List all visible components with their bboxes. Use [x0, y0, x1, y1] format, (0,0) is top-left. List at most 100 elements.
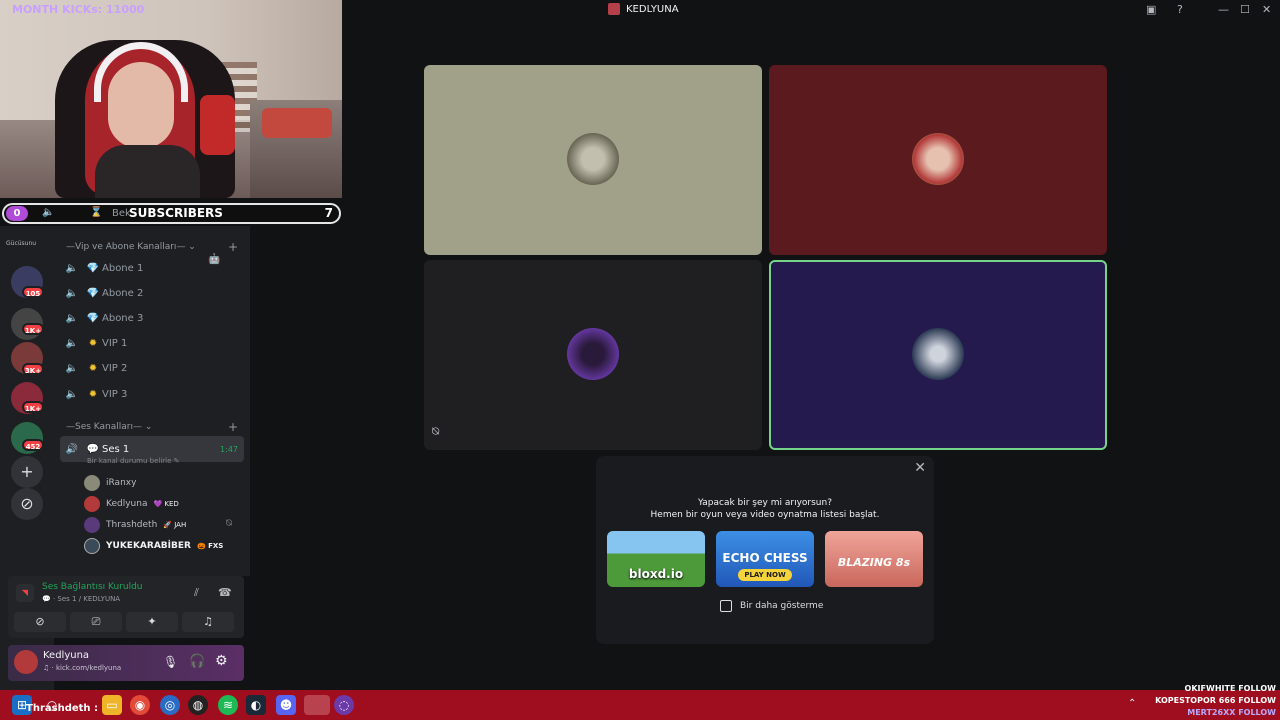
app-icon[interactable]: ◌ [334, 695, 354, 715]
settings-gear-icon[interactable]: ⚙ [215, 653, 228, 669]
video-tile[interactable] [424, 65, 762, 255]
channel-label: Abone 3 [102, 312, 144, 324]
channel-vip-2[interactable]: 🔈 ✹ VIP 2 [60, 357, 244, 379]
avatar [84, 517, 100, 533]
user-name: Kedlyuna [43, 650, 90, 661]
speaker-icon: 🔈 [65, 262, 79, 274]
game-card-bloxd[interactable]: bloxd.io [607, 531, 705, 587]
folder-icon[interactable]: ▭ [102, 695, 122, 715]
tray-chevron-icon[interactable]: ⌃ [1128, 698, 1136, 709]
voice-connected-status[interactable]: Ses Bağlantısı Kuruldu [42, 582, 142, 592]
microphone-icon[interactable]: 🎙 [163, 655, 178, 669]
category-vip[interactable]: —Vip ve Abone Kanalları— ⌄ [66, 242, 196, 252]
speech-bubble-icon: 💬 [86, 443, 100, 455]
avatar [84, 475, 100, 491]
speaker-active-icon: 🔊 [65, 443, 79, 455]
spotify-icon[interactable]: ≋ [218, 695, 238, 715]
member-tag: 🎃 FXS [196, 542, 224, 550]
channel-status-setter[interactable]: Bir kanal durumu belirle ✎ [87, 457, 180, 465]
checkbox[interactable] [720, 600, 732, 612]
game-label: ECHO CHESS [722, 551, 808, 565]
minimize-button[interactable]: — [1218, 3, 1229, 16]
subscribers-count: 0 [6, 206, 28, 221]
notification-badge: 3K+ [22, 363, 44, 375]
chrome-icon[interactable]: ◉ [130, 695, 150, 715]
channel-vip-1[interactable]: 🔈 ✹ VIP 1 [60, 332, 244, 354]
add-channel-icon[interactable]: + [228, 240, 238, 254]
video-tile[interactable] [769, 65, 1107, 255]
avatar [84, 496, 100, 512]
month-kicks-label: MONTH KICKs: 11000 [12, 3, 145, 16]
disconnect-icon[interactable]: ☎ [218, 586, 232, 599]
browser-icon[interactable]: ◎ [160, 695, 180, 715]
channel-abone-2[interactable]: 🔈 💎 Abone 2 [60, 282, 244, 304]
game-card-echo-chess[interactable]: ECHO CHESS PLAY NOW [716, 531, 814, 587]
activity-subtitle: Hemen bir oyun veya video oynatma listes… [650, 510, 880, 520]
search-icon[interactable]: ○ [42, 695, 62, 715]
notification-badge: 1K+ [22, 401, 44, 413]
diamond-icon: 💎 [86, 262, 100, 274]
activities-button[interactable]: ✦ [126, 612, 178, 632]
category-voice[interactable]: —Ses Kanalları— ⌄ [66, 422, 152, 432]
close-icon[interactable]: ✕ [914, 460, 926, 476]
inbox-icon[interactable]: ▣ [1146, 3, 1156, 16]
dont-show-again-checkbox[interactable]: Bir daha gösterme [720, 600, 823, 612]
soundboard-button[interactable]: ♫ [182, 612, 234, 632]
voice-member[interactable]: YUKEKARABİBER 🎃 FXS [84, 538, 223, 554]
webcam-pillow [262, 108, 332, 138]
video-tile[interactable]: ⍉ [424, 260, 762, 450]
channel-abone-1[interactable]: 🔈 💎 Abone 1 [60, 257, 244, 279]
screen-share-button[interactable]: ⎚ [70, 612, 122, 632]
active-window-icon[interactable] [304, 695, 330, 715]
member-tag: 💜 KED [153, 500, 179, 508]
dont-show-label: Bir daha gösterme [740, 601, 824, 611]
avatar [84, 538, 100, 554]
channel-label: VIP 3 [102, 388, 128, 400]
member-name: YUKEKARABİBER [106, 541, 191, 551]
avatar [912, 328, 964, 380]
close-window-button[interactable]: ✕ [1262, 3, 1271, 16]
maximize-button[interactable]: ☐ [1240, 3, 1250, 16]
noise-suppression-icon[interactable]: ⫽ [194, 586, 199, 600]
game-card-blazing-8s[interactable]: BLAZING 8s [825, 531, 923, 587]
voice-member[interactable]: Kedlyuna 💜 KED [84, 496, 179, 512]
speaker-icon: 🔈 [65, 337, 79, 349]
discord-icon[interactable]: ☻ [276, 695, 296, 715]
channel-label: Abone 2 [102, 287, 144, 299]
window-title: KEDLYUNA [608, 3, 679, 15]
speaker-icon: 🔈 [42, 207, 55, 218]
help-icon[interactable]: ? [1177, 3, 1183, 16]
user-panel: Kedlyuna ♫ · kick.com/kedlyuna 🎙 🎧 ⚙ [8, 645, 244, 681]
steam-icon[interactable]: ◐ [246, 695, 266, 715]
category-vip-label: Vip ve Abone Kanalları [75, 242, 177, 252]
activity-question: Yapacak bir şey mi arıyorsun? [698, 498, 832, 508]
voice-connection-panel: ◥ Ses Bağlantısı Kuruldu 💬 · Ses 1 / KED… [8, 576, 244, 638]
signal-icon[interactable]: ◥ [16, 584, 34, 602]
voice-member[interactable]: iRanxy [84, 475, 136, 491]
camera-off-button[interactable]: ⊘ [14, 612, 66, 632]
obs-icon[interactable]: ◍ [188, 695, 208, 715]
channel-abone-3[interactable]: 🔈 💎 Abone 3 [60, 307, 244, 329]
avatar[interactable] [14, 650, 38, 674]
follow-alert-line: KOPESTOPOR 666 FOLLOW [1155, 696, 1276, 705]
diamond-icon: 💎 [86, 287, 100, 299]
channel-status-text: Bir kanal durumu belirle [87, 457, 172, 465]
voice-member[interactable]: Thrashdeth 🚀 JAH [84, 517, 186, 533]
member-name: Kedlyuna [106, 499, 148, 509]
avatar [912, 133, 964, 185]
add-server-icon[interactable]: + [11, 456, 43, 488]
gaming-chair-accent [200, 95, 235, 155]
subscribers-label: SUBSCRIBERS [129, 206, 223, 220]
activity-suggestion-panel: ✕ Yapacak bir şey mi arıyorsun? Hemen bi… [596, 456, 934, 644]
game-label: BLAZING 8s [837, 556, 911, 569]
channel-avatar-icon [608, 3, 620, 15]
streamer-webcam: MONTH KICKs: 11000 [0, 0, 342, 198]
voice-channel-path: 💬 · Ses 1 / KEDLYUNA [42, 595, 121, 603]
channel-timer: 1:47 [220, 444, 238, 454]
video-tile-speaking[interactable] [769, 260, 1107, 450]
headphones-icon[interactable]: 🎧 [189, 654, 205, 669]
diamond-icon: 💎 [86, 312, 100, 324]
explore-icon[interactable]: ⊘ [11, 488, 43, 520]
channel-vip-3[interactable]: 🔈 ✹ VIP 3 [60, 383, 244, 405]
add-voice-channel-icon[interactable]: + [228, 420, 238, 434]
